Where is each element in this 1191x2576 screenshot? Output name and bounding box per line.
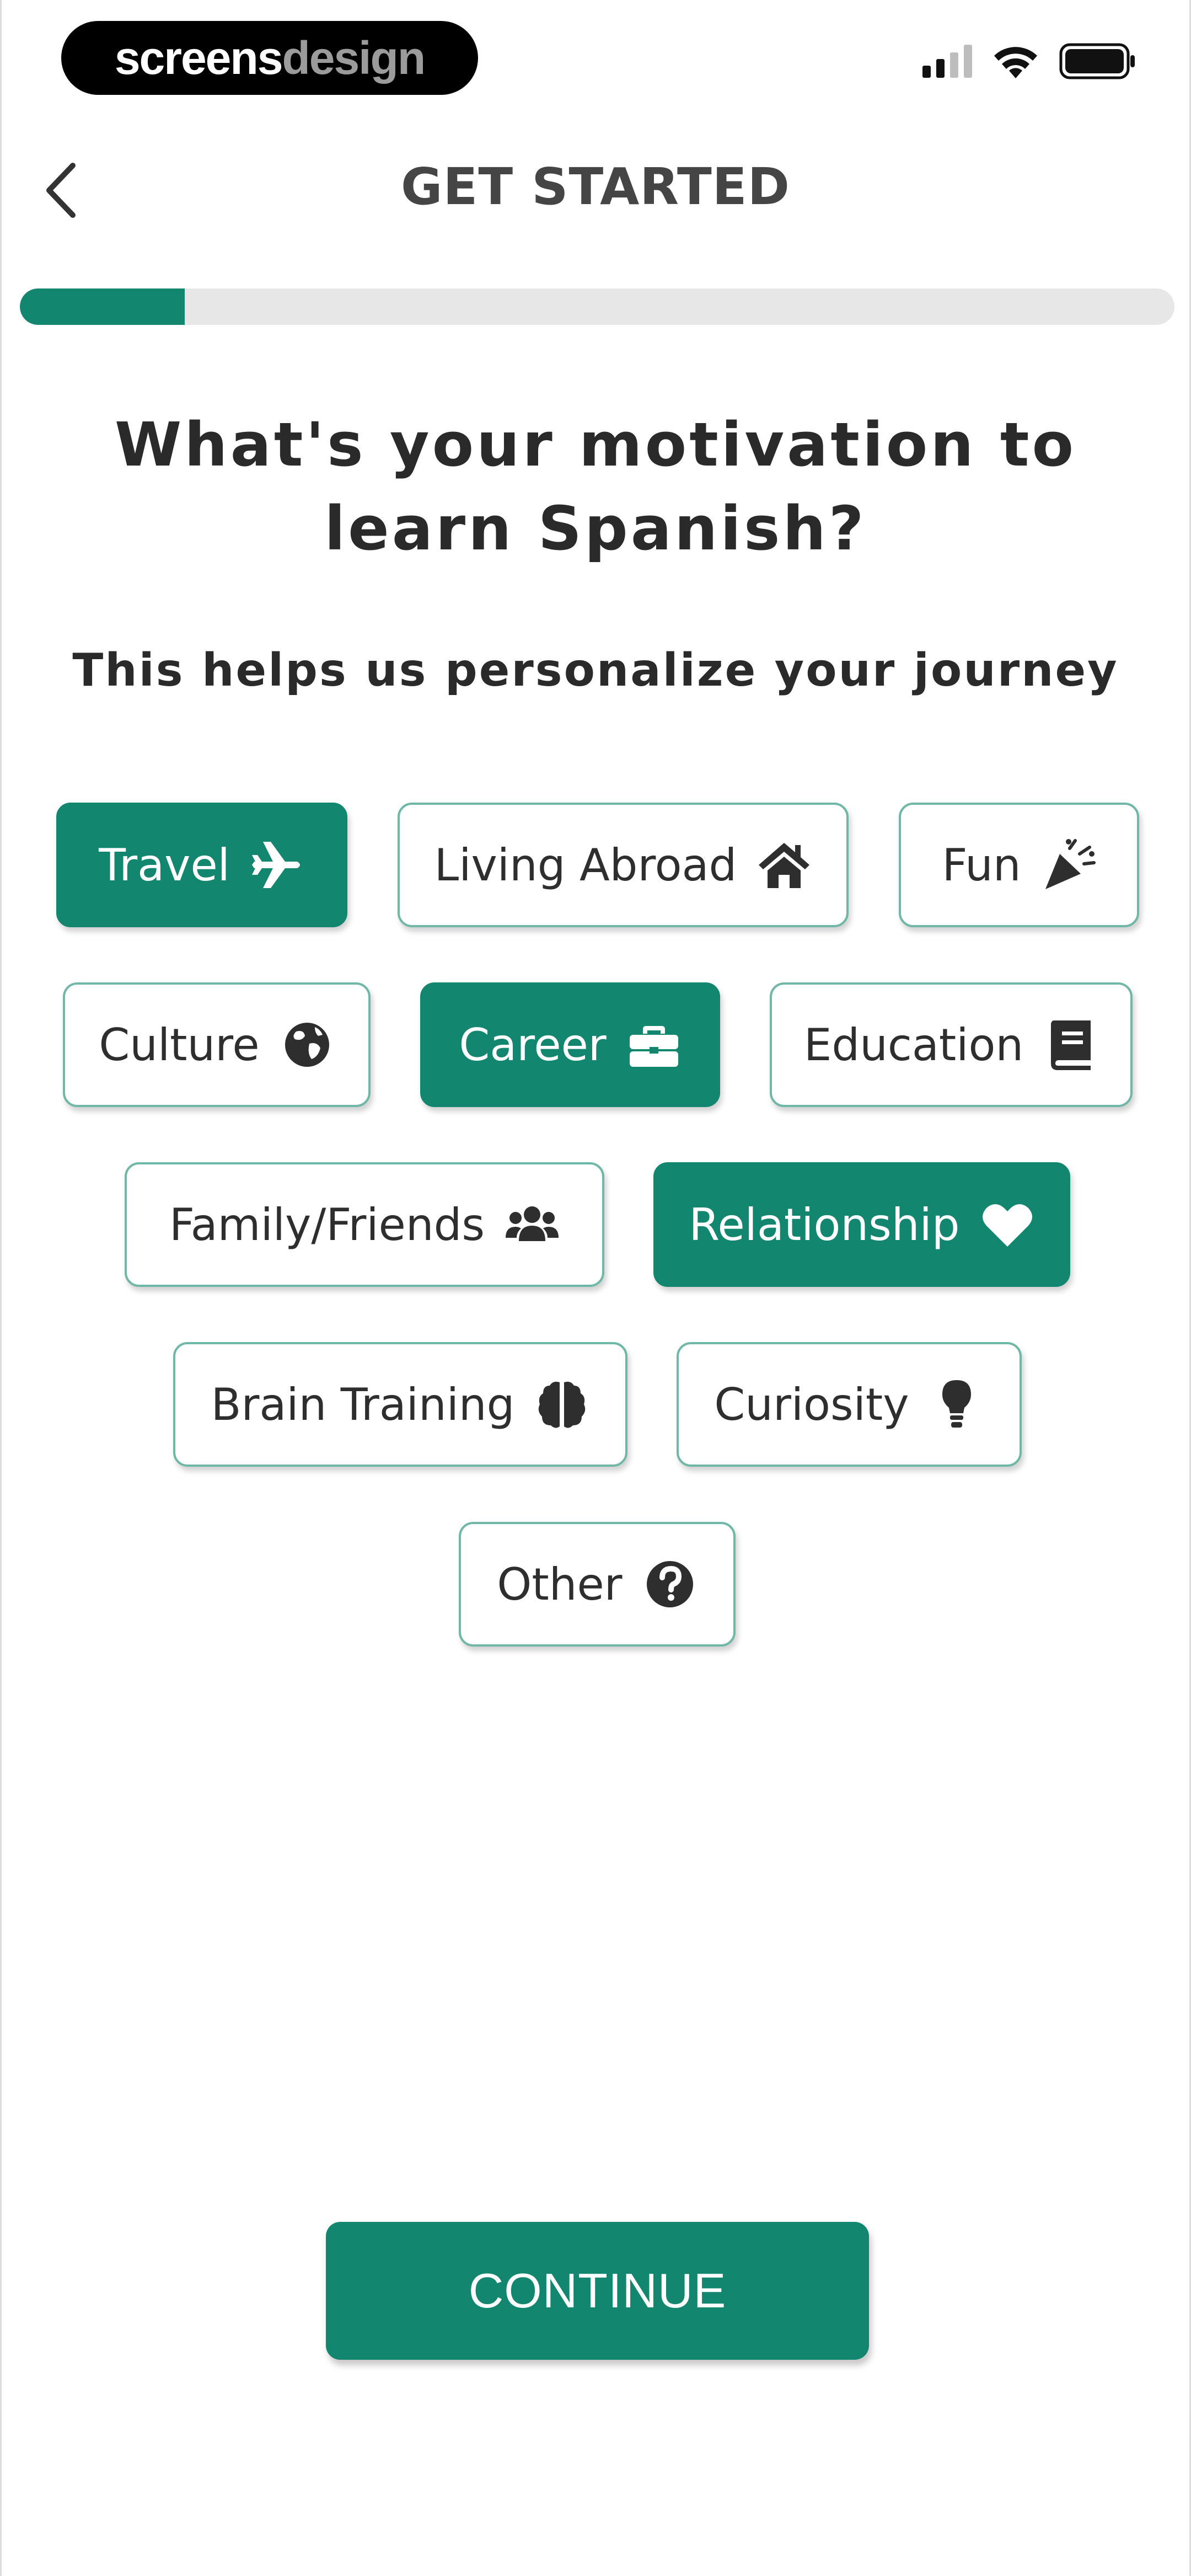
chip-label: Family/Friends <box>169 1199 485 1250</box>
chip-living-abroad[interactable]: Living Abroad <box>398 803 849 927</box>
book-icon <box>1051 1020 1091 1070</box>
progress-bar-fill <box>20 288 185 325</box>
chip-education[interactable]: Education <box>770 982 1133 1107</box>
chip-fun[interactable]: Fun <box>899 803 1139 927</box>
airplane-icon <box>251 842 300 888</box>
battery-icon <box>1059 43 1135 79</box>
chip-other[interactable]: Other <box>459 1522 736 1647</box>
chip-curiosity[interactable]: Curiosity <box>677 1342 1022 1467</box>
briefcase-icon <box>629 1026 678 1067</box>
chip-label: Culture <box>99 1019 260 1071</box>
chip-label: Education <box>803 1019 1024 1071</box>
chip-culture[interactable]: Culture <box>63 982 371 1107</box>
chip-travel[interactable]: Travel <box>56 803 347 927</box>
chip-label: Other <box>497 1558 623 1610</box>
globe-icon <box>285 1023 329 1067</box>
continue-button[interactable]: CONTINUE <box>326 2222 869 2360</box>
chip-label: Brain Training <box>211 1378 515 1430</box>
brand-text-part1: screens <box>114 31 283 84</box>
chip-brain-training[interactable]: Brain Training <box>173 1342 627 1467</box>
brand-watermark: screens design <box>61 21 478 95</box>
chip-label: Career <box>459 1019 607 1071</box>
chip-label: Living Abroad <box>434 839 737 891</box>
brain-icon <box>539 1381 586 1428</box>
page-title: GET STARTED <box>401 157 790 216</box>
chip-label: Relationship <box>689 1199 960 1250</box>
chip-label: Fun <box>942 839 1021 891</box>
brand-text-part2: design <box>282 31 426 84</box>
chip-label: Curiosity <box>714 1378 909 1430</box>
lightbulb-icon <box>942 1380 971 1428</box>
wifi-icon <box>994 47 1037 78</box>
heart-icon <box>982 1204 1032 1247</box>
party-popper-icon <box>1045 839 1096 889</box>
question-circle-icon <box>646 1561 693 1607</box>
chip-career[interactable]: Career <box>420 982 720 1107</box>
question-heading: What's your motivation to learn Spanish? <box>114 409 1077 564</box>
users-icon <box>506 1206 559 1241</box>
chip-relationship[interactable]: Relationship <box>653 1162 1070 1287</box>
chip-family-friends[interactable]: Family/Friends <box>125 1162 604 1287</box>
subtitle-text: This helps us personalize your journey <box>72 644 1119 697</box>
house-icon <box>759 843 810 888</box>
status-icons <box>922 43 1136 79</box>
progress-bar <box>20 288 1174 325</box>
screen-frame: screens design GET STARTED What's your mo… <box>0 0 1191 2576</box>
chip-label: Travel <box>99 839 230 891</box>
cellular-signal-icon <box>922 45 972 78</box>
